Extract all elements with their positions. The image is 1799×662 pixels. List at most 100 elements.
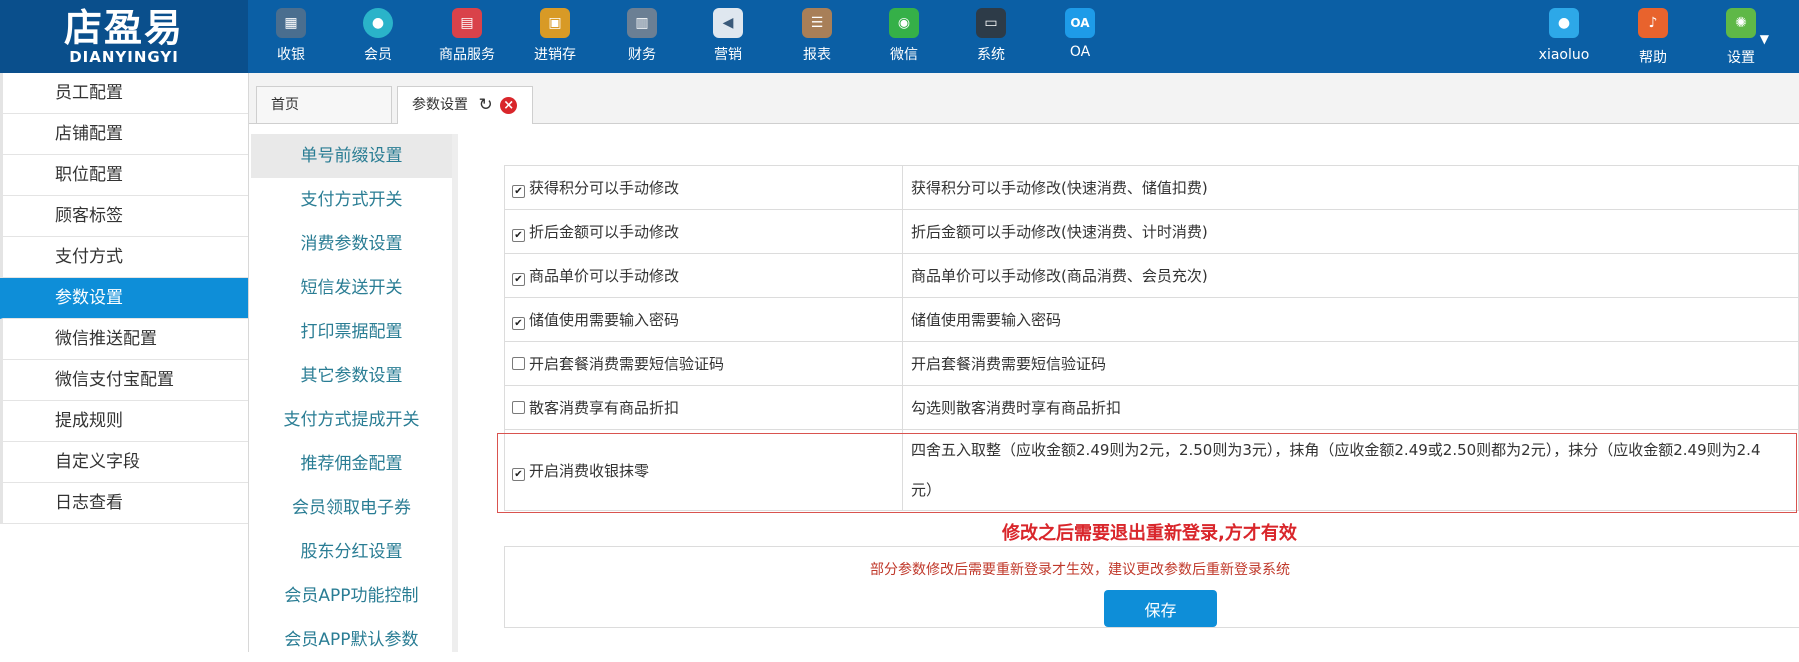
left-menu-item-parameters[interactable]: 参数设置 [0,278,248,319]
nav-settings[interactable]: ✺ 设置 [1716,8,1766,68]
tab-parameters[interactable]: 参数设置 ↻ × [397,86,533,124]
setting-cell: ✔ 折后金额可以手动修改 [504,209,903,254]
nav-label: 设置 [1727,50,1755,66]
nav-oa[interactable]: OA OA [1055,8,1105,68]
sub-menu-item-coupon[interactable]: 会员领取电子券 [251,486,452,530]
nav-product-service[interactable]: ▤ 商品服务 [432,8,502,68]
nav-label: 商品服务 [439,47,495,63]
left-menu-item-custom-fields[interactable]: 自定义字段 [0,442,248,483]
setting-label: 商品单价可以手动修改 [529,267,680,285]
sub-menu-item-app-control[interactable]: 会员APP功能控制 [251,574,452,618]
sub-menu: 单号前缀设置 支付方式开关 消费参数设置 短信发送开关 打印票据配置 其它参数设… [251,134,458,652]
sub-menu-item-order-prefix[interactable]: 单号前缀设置 [251,134,452,178]
gear-icon: ✺ [1726,8,1756,38]
refresh-icon[interactable]: ↻ [478,87,492,123]
left-menu-item-payment[interactable]: 支付方式 [0,237,248,278]
table-row: 散客消费享有商品折扣 勾选则散客消费时享有商品折扣 [504,385,1799,430]
checkbox[interactable]: ✔ [512,317,525,330]
nav-label: 收银 [277,47,305,63]
table-row: ✔ 获得积分可以手动修改 获得积分可以手动修改(快速消费、储值扣费) [504,165,1799,210]
left-menu-item-customer-tag[interactable]: 顾客标签 [0,196,248,237]
checkbox[interactable]: ✔ [512,467,525,481]
nav-label: 营销 [714,47,742,63]
setting-label: 散客消费享有商品折扣 [529,399,680,417]
table-row: ✔ 储值使用需要输入密码 储值使用需要输入密码 [504,297,1799,342]
nav-inventory[interactable]: ▣ 进销存 [526,8,584,68]
monitor-icon: ▭ [976,8,1006,38]
sub-menu-item-app-defaults[interactable]: 会员APP默认参数 [251,618,452,662]
setting-desc-line: 四舍五入取整（应收金额2.49则为2元，2.50则为3元），抹角（应收金额2.4… [911,441,1761,459]
nav-label: 微信 [890,47,918,63]
checkbox[interactable]: ✔ [512,229,525,242]
nav-label: 财务 [628,47,656,63]
sub-menu-item-payment-switch[interactable]: 支付方式开关 [251,178,452,222]
checkbox[interactable] [512,357,525,370]
sub-menu-item-dividend[interactable]: 股东分红设置 [251,530,452,574]
save-panel: 部分参数修改后需要重新登录才生效，建议更改参数后重新登录系统 保存 [504,546,1799,628]
save-button[interactable]: 保存 [1104,590,1217,627]
megaphone-icon: ◀ [713,8,743,38]
checkbox[interactable]: ✔ [512,185,525,198]
sub-menu-item-payment-commission[interactable]: 支付方式提成开关 [251,398,452,442]
chevron-down-icon[interactable]: ▼ [1760,32,1769,46]
nav-cashier[interactable]: ▦ 收银 [266,8,316,68]
nav-report[interactable]: ☰ 报表 [792,8,842,68]
bell-icon: ♪ [1638,8,1668,38]
logo-cn: 店盈易 [63,6,184,50]
tab-home[interactable]: 首页 [256,86,392,123]
setting-label: 开启消费收银抹零 [529,461,650,480]
user-icon: ● [1549,8,1579,38]
left-menu-item-wechat-push[interactable]: 微信推送配置 [0,319,248,360]
setting-desc: 储值使用需要输入密码 [902,297,1799,342]
nav-label: 帮助 [1639,50,1667,66]
setting-cell: ✔ 商品单价可以手动修改 [504,253,903,298]
nav-marketing[interactable]: ◀ 营销 [703,8,753,68]
setting-desc-line: 元） [911,481,942,499]
left-menu-item-logs[interactable]: 日志查看 [0,483,248,524]
setting-desc: 勾选则散客消费时享有商品折扣 [902,385,1799,430]
setting-label: 储值使用需要输入密码 [529,311,680,329]
product-icon: ▤ [452,8,482,38]
nav-member[interactable]: ● 会员 [353,8,403,68]
left-menu-item-staff[interactable]: 员工配置 [0,73,248,114]
save-note: 部分参数修改后需要重新登录才生效，建议更改参数后重新登录系统 [870,562,1290,578]
setting-cell: ✔ 开启消费收银抹零 [504,429,903,511]
logo-en: DIANYINGYI [69,48,179,66]
cash-register-icon: ▦ [276,8,306,38]
sub-menu-item-consume-params[interactable]: 消费参数设置 [251,222,452,266]
sub-menu-item-referral[interactable]: 推荐佣金配置 [251,442,452,486]
settings-table: ✔ 获得积分可以手动修改 获得积分可以手动修改(快速消费、储值扣费) ✔ 折后金额可… [504,165,1799,511]
setting-label: 获得积分可以手动修改 [529,179,680,197]
setting-cell: ✔ 获得积分可以手动修改 [504,165,903,210]
report-icon: ☰ [802,8,832,38]
left-menu-item-position[interactable]: 职位配置 [0,155,248,196]
wechat-icon: ◉ [889,8,919,38]
left-menu-item-store[interactable]: 店铺配置 [0,114,248,155]
nav-help[interactable]: ♪ 帮助 [1628,8,1678,68]
setting-desc: 四舍五入取整（应收金额2.49则为2元，2.50则为3元），抹角（应收金额2.4… [902,429,1799,511]
nav-user[interactable]: ● xiaoluo [1532,8,1596,68]
close-icon[interactable]: × [500,96,518,114]
table-row: 开启套餐消费需要短信验证码 开启套餐消费需要短信验证码 [504,341,1799,386]
sub-menu-item-sms-switch[interactable]: 短信发送开关 [251,266,452,310]
sub-menu-item-other-params[interactable]: 其它参数设置 [251,354,452,398]
logo: 店盈易 DIANYINGYI [0,0,248,73]
nav-wechat[interactable]: ◉ 微信 [879,8,929,68]
finance-icon: ▥ [627,8,657,38]
setting-cell: ✔ 储值使用需要输入密码 [504,297,903,342]
tab-label: 参数设置 [412,97,468,113]
inventory-icon: ▣ [540,8,570,38]
checkbox[interactable]: ✔ [512,273,525,286]
nav-label: xiaoluo [1538,47,1590,63]
sub-menu-item-print-config[interactable]: 打印票据配置 [251,310,452,354]
left-menu-item-commission[interactable]: 提成规则 [0,401,248,442]
nav-finance[interactable]: ▥ 财务 [617,8,667,68]
nav-label: 进销存 [534,47,576,63]
checkbox[interactable] [512,401,525,414]
left-menu-item-wechat-alipay[interactable]: 微信支付宝配置 [0,360,248,401]
nav-system[interactable]: ▭ 系统 [966,8,1016,68]
setting-desc: 开启套餐消费需要短信验证码 [902,341,1799,386]
tab-bar: 首页 参数设置 ↻ × [249,73,1799,124]
setting-desc: 商品单价可以手动修改(商品消费、会员充次) [902,253,1799,298]
setting-desc: 获得积分可以手动修改(快速消费、储值扣费) [902,165,1799,210]
